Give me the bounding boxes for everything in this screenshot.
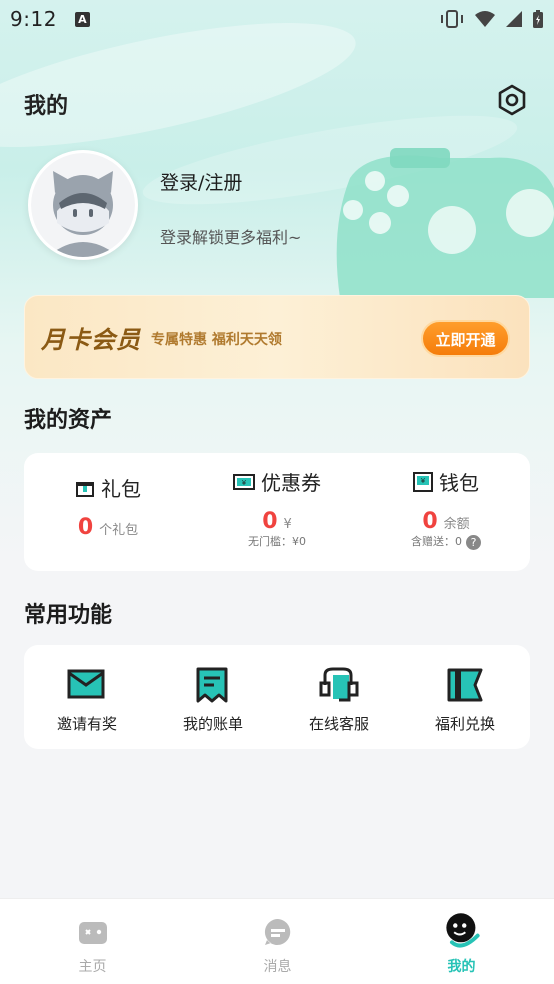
asset-value: 0 [262,509,278,534]
cat-hood-avatar-icon [31,153,135,257]
asset-wallet[interactable]: ¥ 钱包 0 余额 含赠送：0? [362,447,530,565]
functions-card: 邀请有奖 我的账单 在线客服 福利兑换 [24,645,530,749]
wifi-icon [475,11,495,27]
vibrate-icon [441,10,463,28]
asset-note: 无门槛：¥0 [248,535,306,548]
asset-gift[interactable]: 礼包 0 个礼包 [24,453,192,571]
vip-open-button[interactable]: 立即开通 [421,320,510,357]
login-register-link[interactable]: 登录/注册 [160,168,242,195]
nav-label-active: 我的 [447,959,476,975]
envelope-invite-icon [67,669,105,699]
message-bubble-icon [264,918,291,945]
nav-home[interactable]: 主页 [0,899,185,984]
functions-section-title: 常用功能 [24,603,113,628]
gamepad-home-icon [79,922,107,944]
asset-note-text: 含赠送：0 [411,535,462,548]
function-invite[interactable]: 邀请有奖 [24,645,150,749]
svg-text:¥: ¥ [421,477,426,485]
login-subtitle: 登录解锁更多福利~ [160,228,302,247]
assets-section-title: 我的资产 [24,408,113,433]
profile-face-icon [446,913,480,948]
asset-label: 钱包 [439,471,479,495]
asset-value: 0 [422,509,438,534]
game-controller-illustration [336,148,554,298]
asset-label: 优惠券 [261,471,321,495]
wallet-icon: ¥ [413,471,433,492]
gift-icon [76,481,94,497]
asset-label: 礼包 [101,477,141,501]
coupon-icon: ¥ [233,473,255,490]
battery-icon [533,10,543,28]
customer-service-icon [319,667,359,702]
settings-gear-icon[interactable] [496,84,528,116]
asset-coupon[interactable]: ¥ 优惠券 0 ¥ 无门槛：¥0 [193,447,361,565]
monthly-vip-banner[interactable]: 月卡会员 专属特惠 福利天天领 立即开通 [24,295,530,379]
function-label: 在线客服 [308,715,369,733]
function-label: 福利兑换 [434,715,495,733]
function-redeem[interactable]: 福利兑换 [402,645,528,749]
page-title: 我的 [24,94,69,119]
function-support[interactable]: 在线客服 [276,645,402,749]
asset-unit: ¥ [283,517,292,532]
bill-receipt-icon [196,667,228,703]
status-time: 9:12 [10,7,57,31]
assets-card: 礼包 0 个礼包 ¥ 优惠券 0 ¥ 无门槛：¥0 ¥ 钱包 0 余额 含赠送：… [24,453,530,571]
vip-subtitle: 专属特惠 福利天天领 [151,332,282,348]
nav-messages[interactable]: 消息 [185,899,370,984]
status-bar: 9:12 A [0,0,554,38]
redeem-ticket-icon [447,668,483,702]
help-question-icon[interactable]: ? [466,534,481,550]
svg-text:¥: ¥ [242,479,247,487]
asset-value: 0 [77,515,94,540]
nav-label: 消息 [263,959,292,975]
function-label: 邀请有奖 [56,715,117,733]
function-bill[interactable]: 我的账单 [150,645,276,749]
nav-mine[interactable]: 我的 [369,899,554,984]
nav-label: 主页 [78,959,107,975]
vip-title: 月卡会员 [41,326,141,354]
notification-icon: A [74,11,90,27]
avatar[interactable] [28,150,138,260]
bottom-navigation: 主页 消息 我的 [0,898,554,984]
asset-unit: 个礼包 [99,523,139,538]
asset-unit: 余额 [443,517,470,532]
asset-note: 含赠送：0? [362,533,530,550]
function-label: 我的账单 [182,715,243,733]
signal-icon [506,11,522,27]
